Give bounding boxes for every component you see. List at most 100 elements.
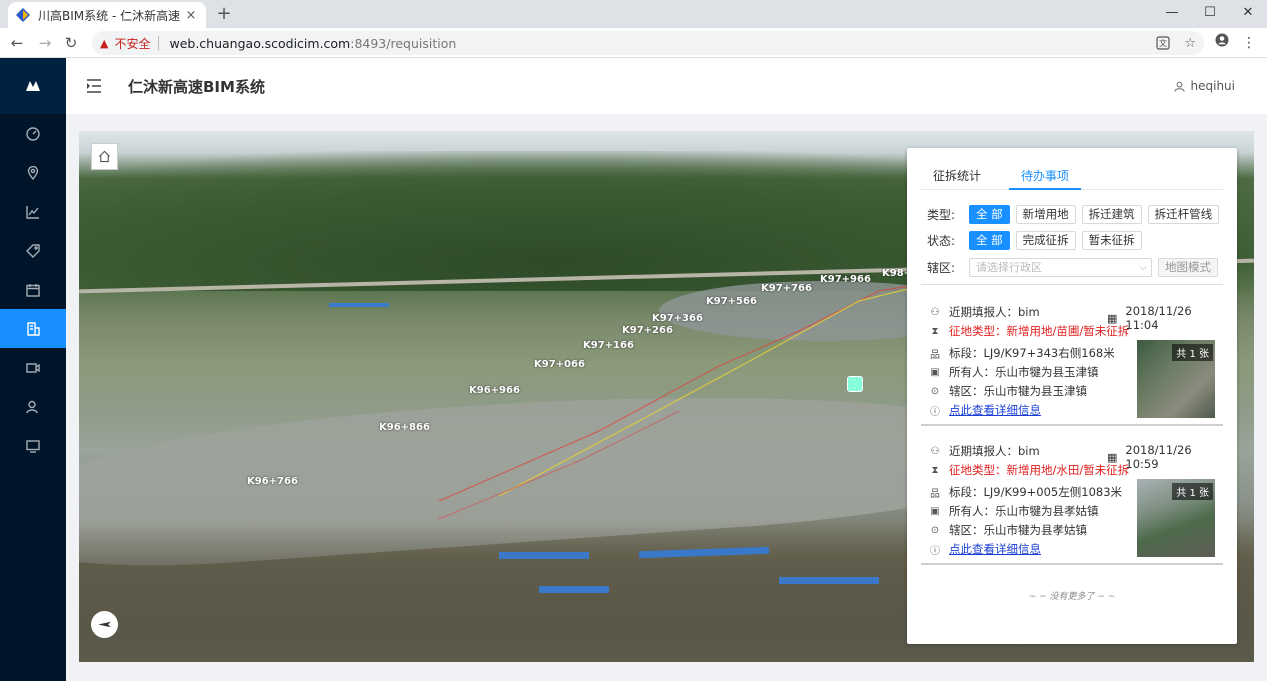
info-circle-icon: ⓘ bbox=[930, 406, 940, 418]
home-icon bbox=[98, 150, 111, 163]
app-header: 仁沐新高速BIM系统 heqihui bbox=[66, 58, 1267, 114]
record-owner-text: 所有人：乐山市犍为县孝姑镇 bbox=[949, 504, 1099, 518]
logo-icon bbox=[26, 81, 40, 91]
id-card-icon: ▣ bbox=[930, 366, 940, 378]
page-title: 仁沐新高速BIM系统 bbox=[128, 77, 265, 96]
org-tree-icon: 品 bbox=[930, 488, 940, 500]
app-sidebar bbox=[0, 58, 66, 681]
record-category: ⧗ 征地类型：新增用地/水田/暂未征拆 bbox=[929, 462, 1129, 478]
map-mode-button[interactable]: 地图模式 bbox=[1158, 258, 1218, 277]
sidebar-item-statistics[interactable] bbox=[0, 192, 66, 231]
stake-label: K97+266 bbox=[622, 325, 673, 336]
forward-arrow-icon[interactable]: → bbox=[34, 32, 56, 54]
app-logo[interactable] bbox=[0, 58, 66, 114]
district-filter-row: 辖区: 请选择行政区 ⌵ 地图模式 bbox=[927, 258, 1224, 277]
user-menu[interactable]: heqihui bbox=[1173, 79, 1235, 93]
reload-icon[interactable]: ↻ bbox=[60, 32, 82, 54]
status-filter-all[interactable]: 全 部 bbox=[969, 231, 1010, 250]
record-date-text: 2018/11/26 10:59 bbox=[1125, 443, 1192, 471]
type-filter-demolish-building[interactable]: 拆迁建筑 bbox=[1081, 205, 1142, 224]
url-host: web.chuangao.scodicim.com bbox=[169, 35, 351, 51]
stake-label: K97+966 bbox=[820, 274, 871, 285]
record-divider bbox=[921, 563, 1223, 565]
type-filter-demolish-pole[interactable]: 拆迁杆管线 bbox=[1147, 205, 1220, 224]
record-photo-thumbnail[interactable]: 共 1 张 bbox=[1137, 479, 1215, 557]
record-section: 品标段：LJ9/K97+343右侧168米 bbox=[929, 345, 1115, 361]
detail-link[interactable]: 点此查看详细信息 bbox=[949, 402, 1041, 418]
record-district: ⊙ 辖区：乐山市犍为县玉津镇 bbox=[929, 383, 1087, 399]
record-detail: ⓘ 点此查看详细信息 bbox=[929, 541, 1041, 557]
no-more-indicator: ~ ~ 没有更多了 ~ ~ bbox=[1028, 592, 1116, 602]
stake-label: K97+566 bbox=[706, 296, 757, 307]
sidebar-item-schedule[interactable] bbox=[0, 270, 66, 309]
window-close-icon[interactable]: ✕ bbox=[1229, 0, 1267, 26]
record-divider bbox=[921, 424, 1223, 426]
sidebar-item-location[interactable] bbox=[0, 153, 66, 192]
record-photo-thumbnail[interactable]: 共 1 张 bbox=[1137, 340, 1215, 418]
type-filter-row: 类型: 全 部 新增用地 拆迁建筑 拆迁杆管线 bbox=[927, 205, 1225, 224]
hourglass-icon: ⧗ bbox=[931, 325, 939, 337]
insecure-label[interactable]: 不安全 bbox=[114, 35, 150, 52]
sidebar-item-monitor[interactable] bbox=[0, 426, 66, 465]
browser-tab[interactable]: 川高BIM系统 - 仁沐新高速 × bbox=[8, 2, 206, 28]
list-item[interactable]: ⚇ 近期填报人：bim ▦ 2018/11/26 10:59 ⧗ 征地类型：新增用地/… bbox=[929, 443, 1221, 561]
record-section-text: 标段：LJ9/K99+005左侧1083米 bbox=[949, 485, 1123, 499]
tab-todo-items[interactable]: 待办事项 bbox=[1009, 164, 1082, 190]
translate-icon[interactable]: 文 bbox=[1156, 35, 1170, 50]
browser-address-bar: ← → ↻ ▲ 不安全 web.chuangao.scodicim.com:84… bbox=[0, 28, 1267, 58]
maximize-icon[interactable]: ☐ bbox=[1191, 0, 1229, 26]
warning-triangle-icon: ▲ bbox=[100, 36, 109, 50]
status-filter-pending[interactable]: 暂未征拆 bbox=[1081, 231, 1142, 250]
record-owner: ▣ 所有人：乐山市犍为县玉津镇 bbox=[929, 364, 1098, 380]
map-compass-button[interactable] bbox=[91, 611, 118, 638]
browser-tab-bar: 川高BIM系统 - 仁沐新高速 × + — ☐ ✕ bbox=[0, 0, 1267, 28]
stake-label: K96+966 bbox=[469, 385, 520, 396]
status-filter-completed[interactable]: 完成征拆 bbox=[1015, 231, 1076, 250]
chevron-down-icon: ⌵ bbox=[1139, 262, 1147, 273]
profile-avatar-icon[interactable] bbox=[1211, 32, 1233, 54]
district-select-placeholder: 请选择行政区 bbox=[976, 261, 1042, 274]
detail-link[interactable]: 点此查看详细信息 bbox=[949, 541, 1041, 557]
panel-tabs: 征拆统计 待办事项 bbox=[921, 164, 1223, 190]
map-home-button[interactable] bbox=[91, 143, 118, 170]
location-pin-icon bbox=[27, 165, 39, 180]
browser-tab-title: 川高BIM系统 - 仁沐新高速 bbox=[38, 8, 181, 23]
record-category-text: 征地类型：新增用地/水田/暂未征拆 bbox=[949, 463, 1130, 477]
sidebar-item-requisition[interactable] bbox=[0, 309, 66, 348]
stake-label: K97+766 bbox=[761, 283, 812, 294]
location-pin-icon: ⊙ bbox=[930, 385, 940, 397]
menu-fold-icon[interactable] bbox=[86, 79, 102, 93]
record-section-text: 标段：LJ9/K97+343右侧168米 bbox=[949, 346, 1115, 360]
photo-count-badge: 共 1 张 bbox=[1172, 483, 1213, 500]
record-category: ⧗ 征地类型：新增用地/苗圃/暂未征拆 bbox=[929, 323, 1129, 339]
url-path: :8493/requisition bbox=[350, 35, 457, 51]
tab-requisition-statistics[interactable]: 征拆统计 bbox=[921, 164, 993, 190]
user-icon: ⚇ bbox=[930, 445, 940, 457]
type-filter-new-land[interactable]: 新增用地 bbox=[1015, 205, 1076, 224]
omnibox-divider bbox=[158, 36, 160, 50]
back-arrow-icon[interactable]: ← bbox=[6, 32, 28, 54]
list-item[interactable]: ⚇ 近期填报人：bim ▦ 2018/11/26 11:04 ⧗ 征地类型：新增用地/… bbox=[929, 304, 1221, 422]
dashboard-icon bbox=[26, 126, 40, 141]
type-filter-all[interactable]: 全 部 bbox=[969, 205, 1010, 224]
map-record-marker[interactable] bbox=[847, 376, 863, 392]
sidebar-item-users[interactable] bbox=[0, 387, 66, 426]
status-filter-label: 状态: bbox=[927, 234, 956, 248]
record-district-text: 辖区：乐山市犍为县玉津镇 bbox=[949, 384, 1087, 398]
sidebar-item-dashboard[interactable] bbox=[0, 114, 66, 153]
url-omnibox[interactable]: ▲ 不安全 web.chuangao.scodicim.com:8493/req… bbox=[92, 31, 1204, 55]
requisition-panel: 征拆统计 待办事项 类型: 全 部 新增用地 拆迁建筑 拆迁杆管线 状态: 全 … bbox=[907, 148, 1237, 644]
new-tab-button[interactable]: + bbox=[214, 3, 234, 25]
sidebar-item-tags[interactable] bbox=[0, 231, 66, 270]
minimize-icon[interactable]: — bbox=[1153, 0, 1191, 26]
info-circle-icon: ⓘ bbox=[930, 545, 940, 557]
record-district: ⊙ 辖区：乐山市犍为县孝姑镇 bbox=[929, 522, 1087, 538]
url-text[interactable]: web.chuangao.scodicim.com:8493/requisiti… bbox=[169, 36, 456, 51]
close-tab-icon[interactable]: × bbox=[184, 8, 198, 23]
browser-menu-icon[interactable]: ⋮ bbox=[1238, 32, 1260, 54]
district-select[interactable]: 请选择行政区 ⌵ bbox=[969, 258, 1152, 277]
user-icon: ⚇ bbox=[930, 306, 940, 318]
sidebar-item-video[interactable] bbox=[0, 348, 66, 387]
bookmark-star-icon[interactable]: ☆ bbox=[1184, 36, 1196, 51]
record-owner: ▣ 所有人：乐山市犍为县孝姑镇 bbox=[929, 503, 1099, 519]
